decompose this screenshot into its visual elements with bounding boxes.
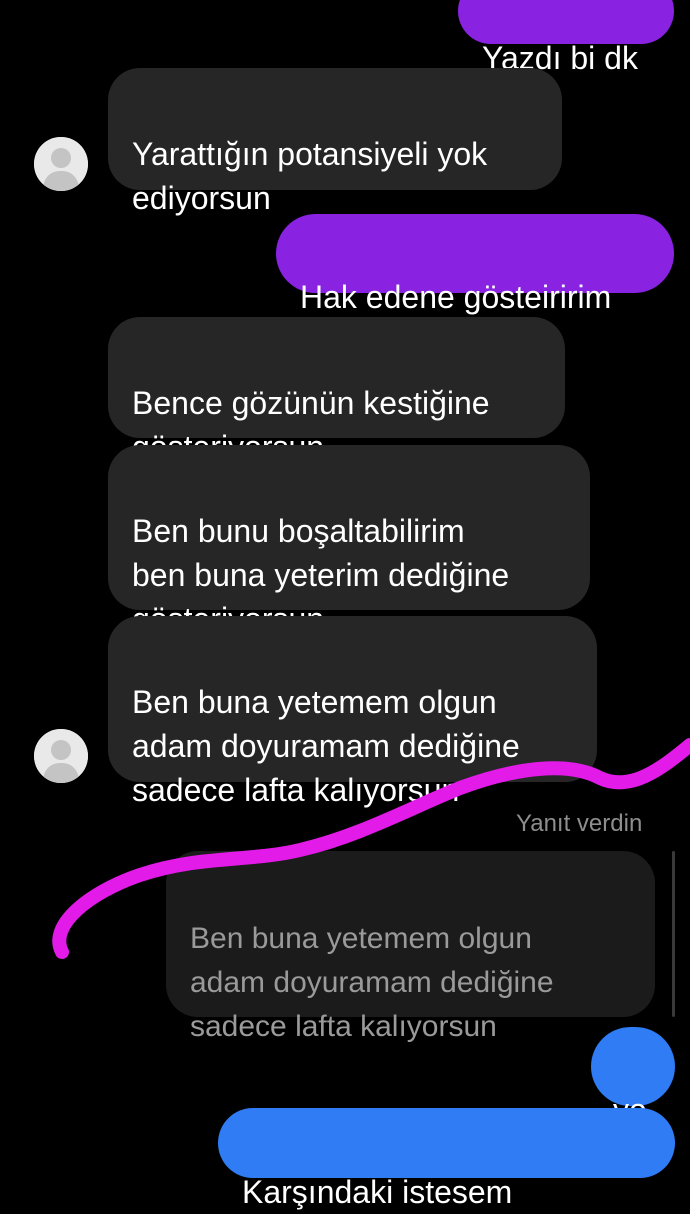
incoming-message-bubble[interactable]: Bence gözünün kestiğine gösteriyorsun: [108, 317, 565, 465]
default-user-icon: [34, 729, 88, 783]
message-text: Karşındaki istesem: [242, 1174, 513, 1210]
incoming-message-bubble[interactable]: Ben bunu boşaltabilirim ben buna yeterim…: [108, 445, 590, 637]
outgoing-message-bubble[interactable]: Hak edene gösteiririm: [276, 214, 674, 315]
reply-label: Yanıt verdin: [516, 810, 643, 837]
default-user-icon: [34, 137, 88, 191]
quoted-text: Ben buna yetemem olgun adam doyuramam de…: [190, 922, 554, 1043]
quoted-reply-bubble[interactable]: Ben buna yetemem olgun adam doyuramam de…: [166, 851, 655, 1043]
message-text: Hak edene gösteiririm: [300, 279, 612, 315]
outgoing-message-bubble[interactable]: yo: [591, 1027, 675, 1128]
incoming-message-bubble[interactable]: Ben buna yetemem olgun adam doyuramam de…: [108, 616, 597, 808]
message-text: Yarattığın potansiyeli yok ediyorsun: [132, 136, 488, 216]
outgoing-message-bubble[interactable]: Yazdı bi dk: [458, 0, 674, 76]
reply-indicator-bar: [672, 851, 675, 1017]
sender-avatar[interactable]: [34, 729, 88, 783]
incoming-message-bubble[interactable]: Yarattığın potansiyeli yok ediyorsun: [108, 68, 562, 216]
outgoing-message-bubble[interactable]: Karşındaki istesem: [218, 1108, 675, 1210]
message-text: Ben buna yetemem olgun adam doyuramam de…: [132, 684, 520, 808]
sender-avatar[interactable]: [34, 137, 88, 191]
